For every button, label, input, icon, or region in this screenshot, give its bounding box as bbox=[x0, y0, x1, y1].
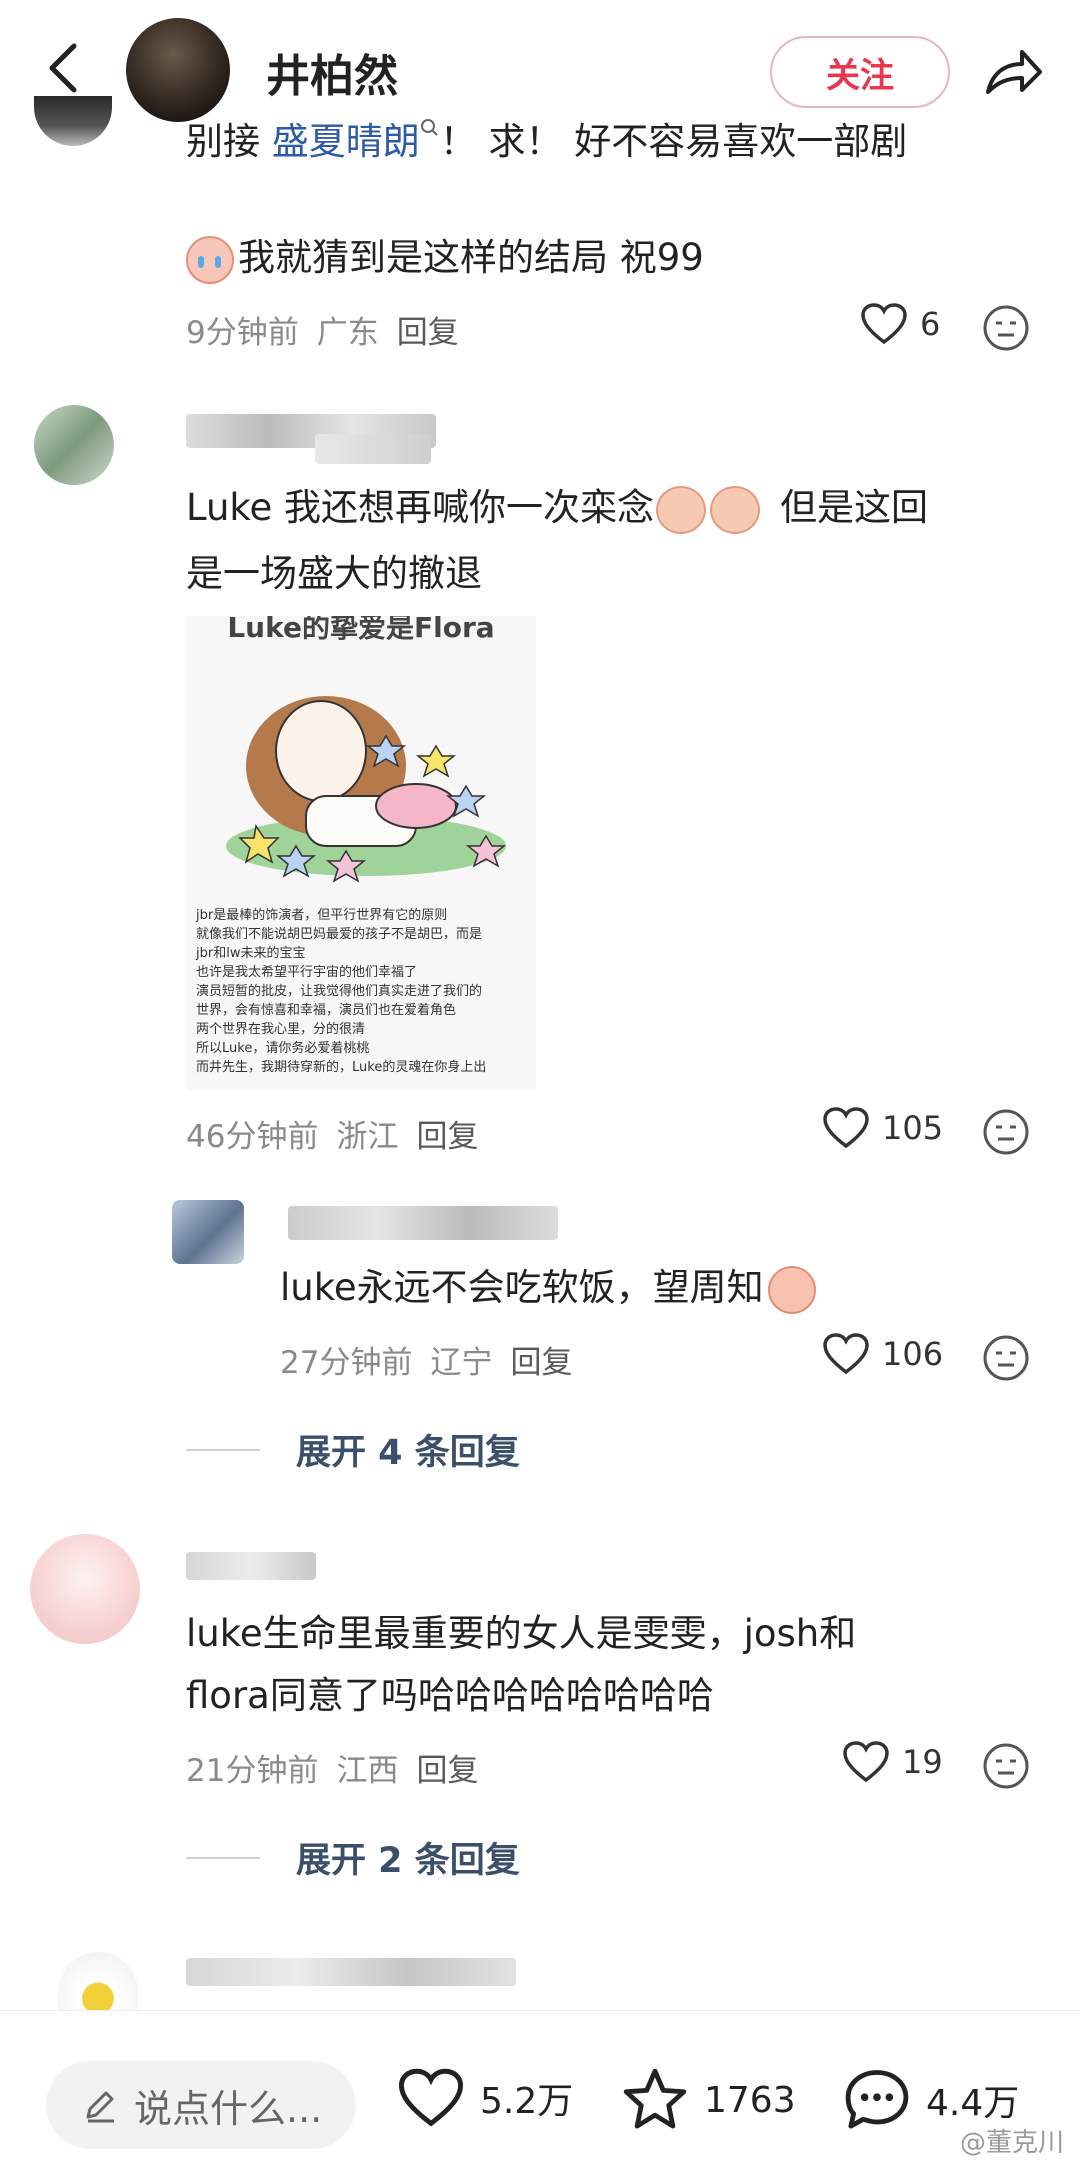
bottom-action-bar: 说点什么... 5.2万 1763 4.4万 bbox=[0, 2010, 1080, 2170]
dislike-face-icon[interactable] bbox=[982, 1742, 1030, 1790]
commenter-avatar[interactable] bbox=[58, 1952, 138, 2010]
like-button[interactable]: 19 bbox=[842, 1740, 943, 1784]
comment-text: 别接 盛夏晴朗！ 求！ 好不容易喜欢一部剧 bbox=[186, 119, 908, 163]
comment-meta: 46分钟前 浙江 回复 bbox=[186, 1119, 479, 1155]
comment-input[interactable]: 说点什么... bbox=[46, 2061, 356, 2149]
comment-text: Luke 我还想再喊你一次栾念 但是这回 bbox=[186, 476, 1046, 540]
hashtag-link[interactable]: 盛夏晴朗 bbox=[272, 120, 420, 163]
follow-button[interactable]: 关注 bbox=[770, 36, 950, 108]
comment-text-line2: 是一场盛大的撤退 bbox=[186, 552, 482, 595]
expand-divider bbox=[186, 1448, 260, 1451]
heart-icon bbox=[861, 303, 907, 345]
reply-button[interactable]: 回复 bbox=[416, 1119, 478, 1155]
watermark: @董克川 bbox=[960, 2128, 1065, 2158]
crying-emoji-icon bbox=[710, 485, 761, 534]
comment-bubble-icon bbox=[845, 2070, 909, 2129]
heart-icon bbox=[398, 2068, 464, 2127]
pencil-icon bbox=[86, 2091, 114, 2123]
heart-icon bbox=[843, 1741, 889, 1783]
girl-in-flowers-illustration bbox=[226, 696, 507, 883]
crying-emoji-icon bbox=[186, 235, 234, 284]
favorite-button[interactable]: 1763 bbox=[620, 2067, 796, 2133]
comment-text-line2: flora同意了吗哈哈哈哈哈哈哈哈 bbox=[186, 1674, 714, 1717]
search-mini-icon bbox=[420, 119, 438, 136]
heart-icon bbox=[823, 1107, 869, 1149]
commenter-avatar[interactable] bbox=[34, 405, 114, 485]
commenter-avatar[interactable] bbox=[30, 1534, 140, 1644]
expand-replies-button[interactable]: 展开 4 条回复 bbox=[186, 1424, 520, 1475]
blurred-username bbox=[288, 1206, 558, 1240]
author-name[interactable]: 井柏然 bbox=[266, 40, 398, 104]
like-button[interactable]: 105 bbox=[822, 1106, 943, 1150]
reply-button[interactable]: 回复 bbox=[416, 1753, 478, 1789]
image-title: Luke的挚爱是Flora bbox=[227, 616, 495, 640]
comment-text-line2: 我就猜到是这样的结局 祝99 bbox=[186, 226, 1036, 290]
blurred-username bbox=[186, 1552, 316, 1580]
star-icon bbox=[623, 2068, 687, 2129]
dislike-face-icon[interactable] bbox=[982, 1108, 1030, 1156]
comment-image[interactable]: Luke的挚爱是Flora jbr是最棒的饰演者，但平行世界有它的原则 就像我们… bbox=[186, 616, 536, 1090]
reply-text: luke永远不会吃软饭，望周知 bbox=[280, 1256, 816, 1320]
share-icon[interactable] bbox=[982, 44, 1044, 100]
crying-emoji-icon bbox=[656, 485, 707, 534]
expand-divider bbox=[186, 1856, 260, 1859]
reply-avatar[interactable] bbox=[172, 1200, 244, 1264]
blurred-username bbox=[186, 1958, 516, 1986]
comment-meta: 21分钟前 江西 回复 bbox=[186, 1753, 479, 1789]
heart-icon bbox=[823, 1333, 869, 1375]
reply-meta: 27分钟前 辽宁 回复 bbox=[280, 1345, 573, 1381]
back-arrow-icon[interactable] bbox=[40, 38, 90, 98]
blurred-username-tail bbox=[315, 434, 431, 464]
dislike-face-icon[interactable] bbox=[982, 1334, 1030, 1382]
reply-button[interactable]: 回复 bbox=[397, 315, 459, 351]
comment-text: luke生命里最重要的女人是雯雯，josh和 bbox=[186, 1612, 857, 1655]
dislike-face-icon[interactable] bbox=[982, 304, 1030, 352]
expand-replies-button[interactable]: 展开 2 条回复 bbox=[186, 1832, 520, 1883]
like-button[interactable]: 106 bbox=[822, 1332, 943, 1376]
covering-mouth-emoji-icon bbox=[767, 1265, 816, 1314]
like-button[interactable]: 6 bbox=[860, 302, 940, 346]
reply-button[interactable]: 回复 bbox=[510, 1345, 572, 1381]
image-text: jbr是最棒的饰演者，但平行世界有它的原则 就像我们不能说胡巴妈最爱的孩子不是胡… bbox=[196, 908, 487, 1075]
like-post-button[interactable]: 5.2万 bbox=[396, 2067, 573, 2129]
author-avatar[interactable] bbox=[126, 18, 230, 122]
comment-meta: 9分钟前 广东 回复 bbox=[186, 315, 459, 351]
